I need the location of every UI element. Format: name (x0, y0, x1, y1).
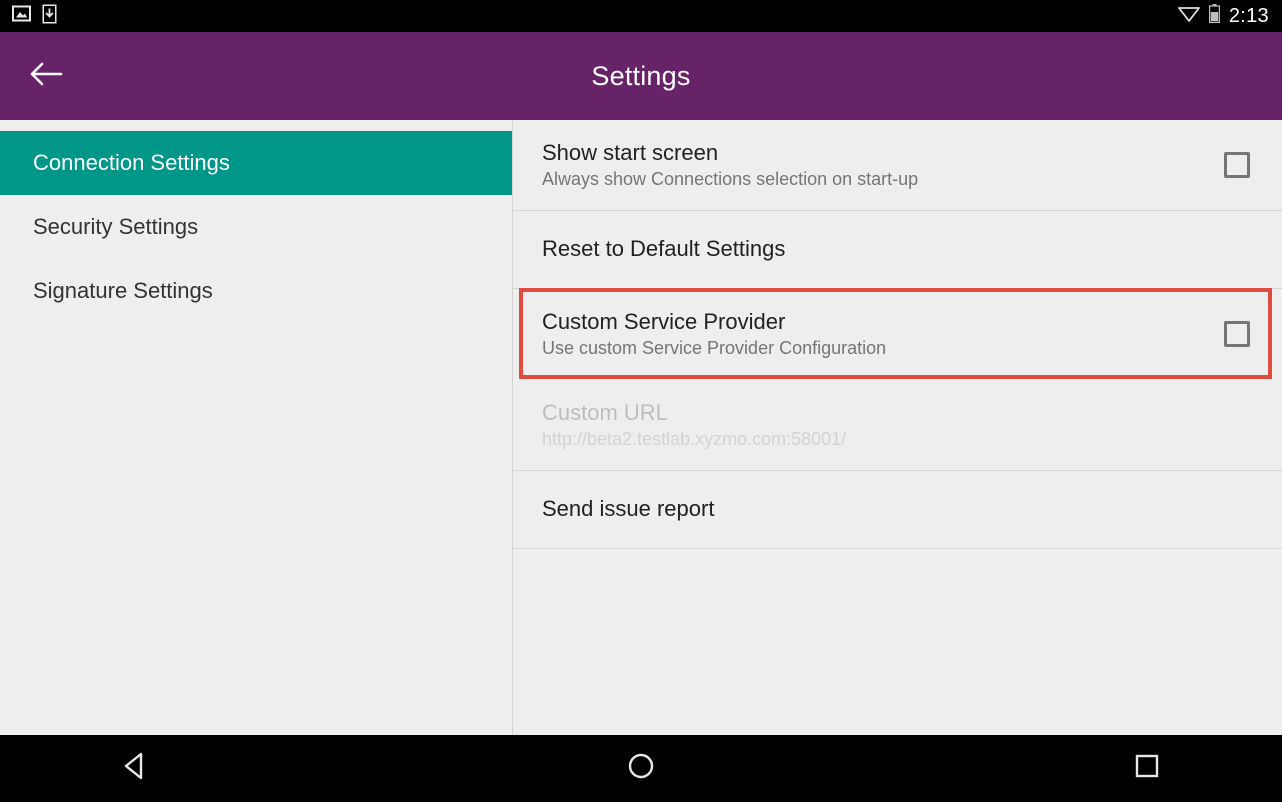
navigation-bar (0, 735, 1282, 802)
setting-row-reset-to-default[interactable]: Reset to Default Settings (513, 211, 1282, 289)
image-icon (12, 4, 31, 28)
row-text-group: Reset to Default Settings (542, 237, 785, 261)
show-start-screen-checkbox[interactable] (1224, 152, 1250, 178)
row-text-group: Custom URL http://beta2.testlab.xyzmo.co… (542, 399, 847, 450)
setting-row-show-start-screen[interactable]: Show start screen Always show Connection… (513, 120, 1282, 211)
sidebar-item-connection-settings[interactable]: Connection Settings (0, 131, 512, 195)
setting-title: Send issue report (542, 496, 715, 522)
status-bar-right-icons: 2:13 (1177, 4, 1282, 28)
setting-title: Custom URL (542, 399, 668, 425)
back-nav-icon (121, 751, 149, 786)
setting-title: Reset to Default Settings (542, 236, 786, 262)
content-area: Connection Settings Security Settings Si… (0, 120, 1282, 735)
setting-row-custom-url: Custom URL http://beta2.testlab.xyzmo.co… (513, 380, 1282, 471)
wifi-icon (1177, 5, 1200, 27)
setting-title: Custom Service Provider (542, 308, 786, 334)
sidebar-item-signature-settings[interactable]: Signature Settings (0, 259, 512, 323)
status-bar: 2:13 (0, 0, 1282, 32)
row-text-group: Custom Service Provider Use custom Servi… (542, 308, 887, 359)
recents-nav-button[interactable] (1117, 739, 1177, 799)
battery-icon (1208, 4, 1220, 28)
home-nav-button[interactable] (611, 739, 671, 799)
arrow-left-icon (29, 60, 63, 93)
settings-detail-pane: Show start screen Always show Connection… (513, 120, 1282, 735)
status-bar-left-icons (0, 4, 57, 29)
sidebar-item-label: Signature Settings (33, 278, 213, 303)
settings-sidebar: Connection Settings Security Settings Si… (0, 120, 513, 735)
setting-title: Show start screen (542, 139, 719, 165)
setting-row-custom-service-provider[interactable]: Custom Service Provider Use custom Servi… (513, 288, 1282, 380)
row-text-group: Show start screen Always show Connection… (542, 139, 919, 190)
android-screen: 2:13 Settings Connection Settings Securi… (0, 0, 1282, 802)
row-text-group: Send issue report (542, 497, 714, 521)
app-bar: Settings (0, 32, 1282, 120)
page-title: Settings (591, 60, 691, 91)
setting-value-url: http://beta2.testlab.xyzmo.com:58001/ (542, 428, 847, 449)
sidebar-item-security-settings[interactable]: Security Settings (0, 195, 512, 259)
back-button[interactable] (14, 44, 78, 108)
setting-subtitle: Always show Connections selection on sta… (542, 168, 919, 189)
status-bar-clock: 2:13 (1228, 5, 1269, 27)
setting-subtitle: Use custom Service Provider Configuratio… (542, 337, 887, 358)
sidebar-item-label: Connection Settings (33, 150, 230, 175)
back-nav-button[interactable] (105, 739, 165, 799)
home-nav-icon (626, 751, 656, 786)
sidebar-item-label: Security Settings (33, 214, 199, 239)
download-icon (42, 4, 57, 29)
recents-nav-icon (1133, 752, 1161, 785)
setting-row-send-issue-report[interactable]: Send issue report (513, 471, 1282, 549)
custom-service-provider-checkbox[interactable] (1224, 321, 1250, 347)
